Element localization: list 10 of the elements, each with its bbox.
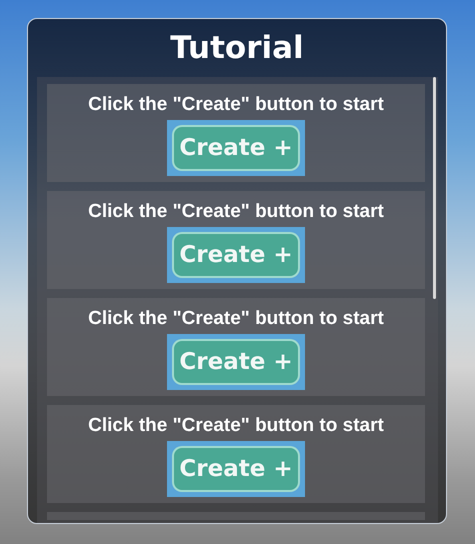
- create-button[interactable]: Create +: [172, 232, 300, 278]
- step-text: Click the "Create" button to start: [88, 201, 384, 223]
- step-text: Click the "Create" button to start: [88, 94, 384, 116]
- step-text: Click the "Create" button to start: [88, 415, 384, 437]
- create-button[interactable]: Create +: [172, 125, 300, 171]
- create-button[interactable]: Create +: [172, 339, 300, 385]
- step-text: Click the "Create" button to start: [88, 308, 384, 330]
- scrollbar-thumb[interactable]: [433, 77, 436, 299]
- window-title: Tutorial: [169, 29, 305, 68]
- create-button[interactable]: Create +: [172, 446, 300, 492]
